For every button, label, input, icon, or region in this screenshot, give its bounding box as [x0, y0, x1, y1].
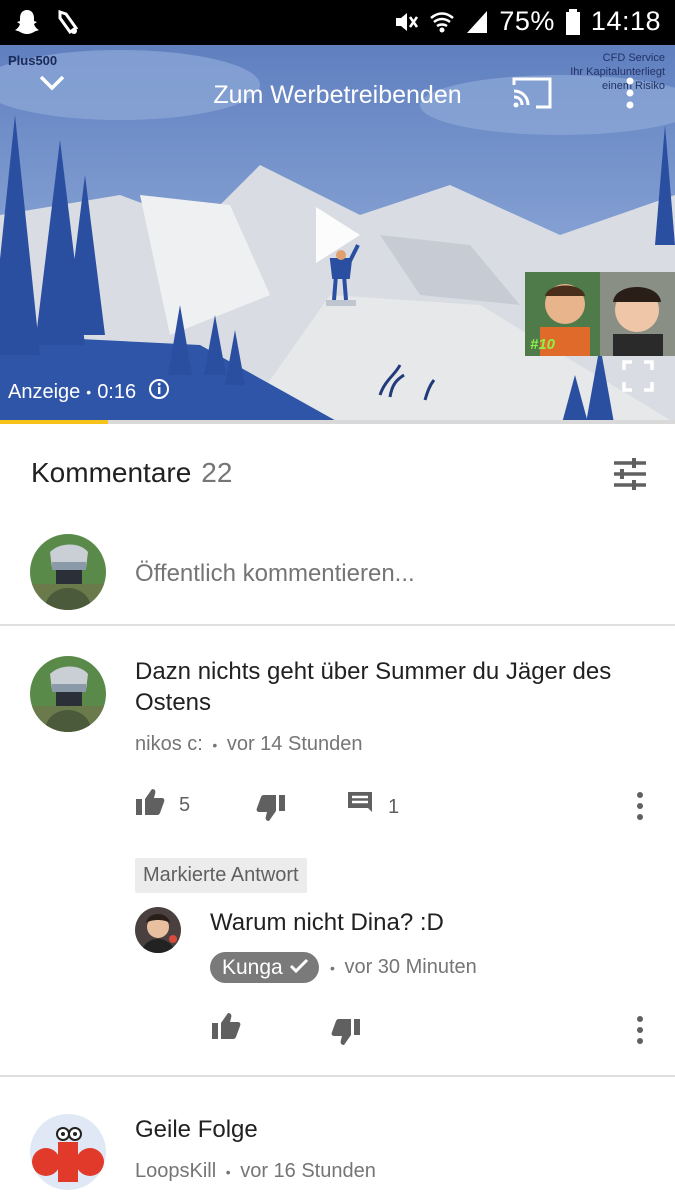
- reply-author: Kunga: [222, 956, 283, 979]
- avatar[interactable]: [30, 656, 106, 732]
- more-vert-icon[interactable]: [620, 75, 640, 116]
- creator-badge[interactable]: Kunga: [210, 952, 319, 983]
- wifi-icon: [429, 9, 455, 35]
- visit-advertiser-link[interactable]: Zum Werbetreibenden: [0, 81, 675, 110]
- disclaimer-line: Ihr Kapitalunterliegt: [570, 66, 665, 78]
- comment-author[interactable]: LoopsKill: [135, 1160, 216, 1182]
- advertiser-logo: Plus500: [8, 53, 58, 68]
- reply-text: Warum nicht Dina? :D: [210, 909, 444, 936]
- more-vert-icon[interactable]: [632, 790, 648, 827]
- video-player[interactable]: Plus500 CFD Service Ihr Kapitalunterlieg…: [0, 45, 675, 423]
- fullscreen-icon[interactable]: [622, 360, 654, 397]
- comment-icon: [346, 790, 374, 824]
- divider: [0, 1075, 675, 1077]
- add-comment-input[interactable]: Öffentlich kommentieren...: [135, 560, 415, 588]
- comment-meta: LoopsKill • vor 16 Stunden: [135, 1160, 376, 1183]
- ad-info: Anzeige • 0:16: [8, 378, 170, 406]
- like-count: 5: [179, 793, 191, 816]
- disclaimer-line: CFD Service: [602, 52, 665, 64]
- separator: •: [212, 737, 218, 753]
- status-bar: 75% 14:18: [0, 0, 675, 45]
- thumb-down-icon[interactable]: [256, 794, 286, 827]
- avatar: [30, 534, 106, 610]
- info-icon[interactable]: [148, 378, 170, 406]
- comments-heading: Kommentare 22: [31, 457, 232, 489]
- notification-icon: [54, 8, 82, 36]
- thumb-up-icon: [135, 788, 165, 822]
- comment-text: Geile Folge: [135, 1116, 258, 1143]
- comment-meta: nikos c: • vor 14 Stunden: [135, 733, 363, 756]
- snapchat-icon: [14, 8, 40, 36]
- reply-button[interactable]: 1: [346, 790, 399, 824]
- sort-icon[interactable]: [612, 457, 648, 496]
- battery-icon: [565, 8, 581, 36]
- highlighted-reply-tag: Markierte Antwort: [135, 858, 307, 893]
- avatar[interactable]: [30, 1114, 106, 1190]
- comments-title: Kommentare: [31, 457, 192, 488]
- ad-countdown: 0:16: [97, 380, 137, 403]
- reply-meta: • vor 30 Minuten: [330, 956, 477, 979]
- divider: [0, 624, 675, 626]
- mute-icon: [393, 9, 419, 35]
- thumb-down-icon[interactable]: [331, 1018, 361, 1051]
- battery-percent: 75%: [499, 6, 555, 36]
- comment-time: vor 14 Stunden: [226, 733, 363, 755]
- comments-count: 22: [201, 457, 233, 488]
- ad-label: Anzeige: [8, 380, 81, 403]
- thumbnail-label: #10: [530, 336, 556, 353]
- comment-time: vor 16 Stunden: [240, 1160, 376, 1182]
- separator: •: [86, 384, 92, 400]
- play-icon[interactable]: [312, 205, 362, 270]
- clock: 14:18: [590, 6, 661, 36]
- ad-progress-fill: [0, 420, 108, 424]
- thumb-up-icon[interactable]: [211, 1012, 241, 1045]
- separator: •: [330, 960, 335, 976]
- avatar[interactable]: [135, 907, 181, 953]
- separator: •: [225, 1164, 231, 1180]
- comment-text: Dazn nichts geht über Summer du Jäger de…: [135, 658, 612, 716]
- more-vert-icon[interactable]: [632, 1014, 648, 1051]
- comment-author[interactable]: nikos c:: [135, 733, 203, 755]
- reply-count: 1: [388, 795, 400, 818]
- verified-icon: [289, 952, 309, 983]
- next-video-thumbnail[interactable]: #10: [525, 272, 675, 356]
- cast-icon[interactable]: [510, 75, 554, 116]
- signal-icon: [465, 9, 489, 35]
- reply-time: vor 30 Minuten: [344, 956, 477, 978]
- like-button[interactable]: 5: [135, 788, 190, 822]
- ad-progress-bar: [0, 420, 675, 424]
